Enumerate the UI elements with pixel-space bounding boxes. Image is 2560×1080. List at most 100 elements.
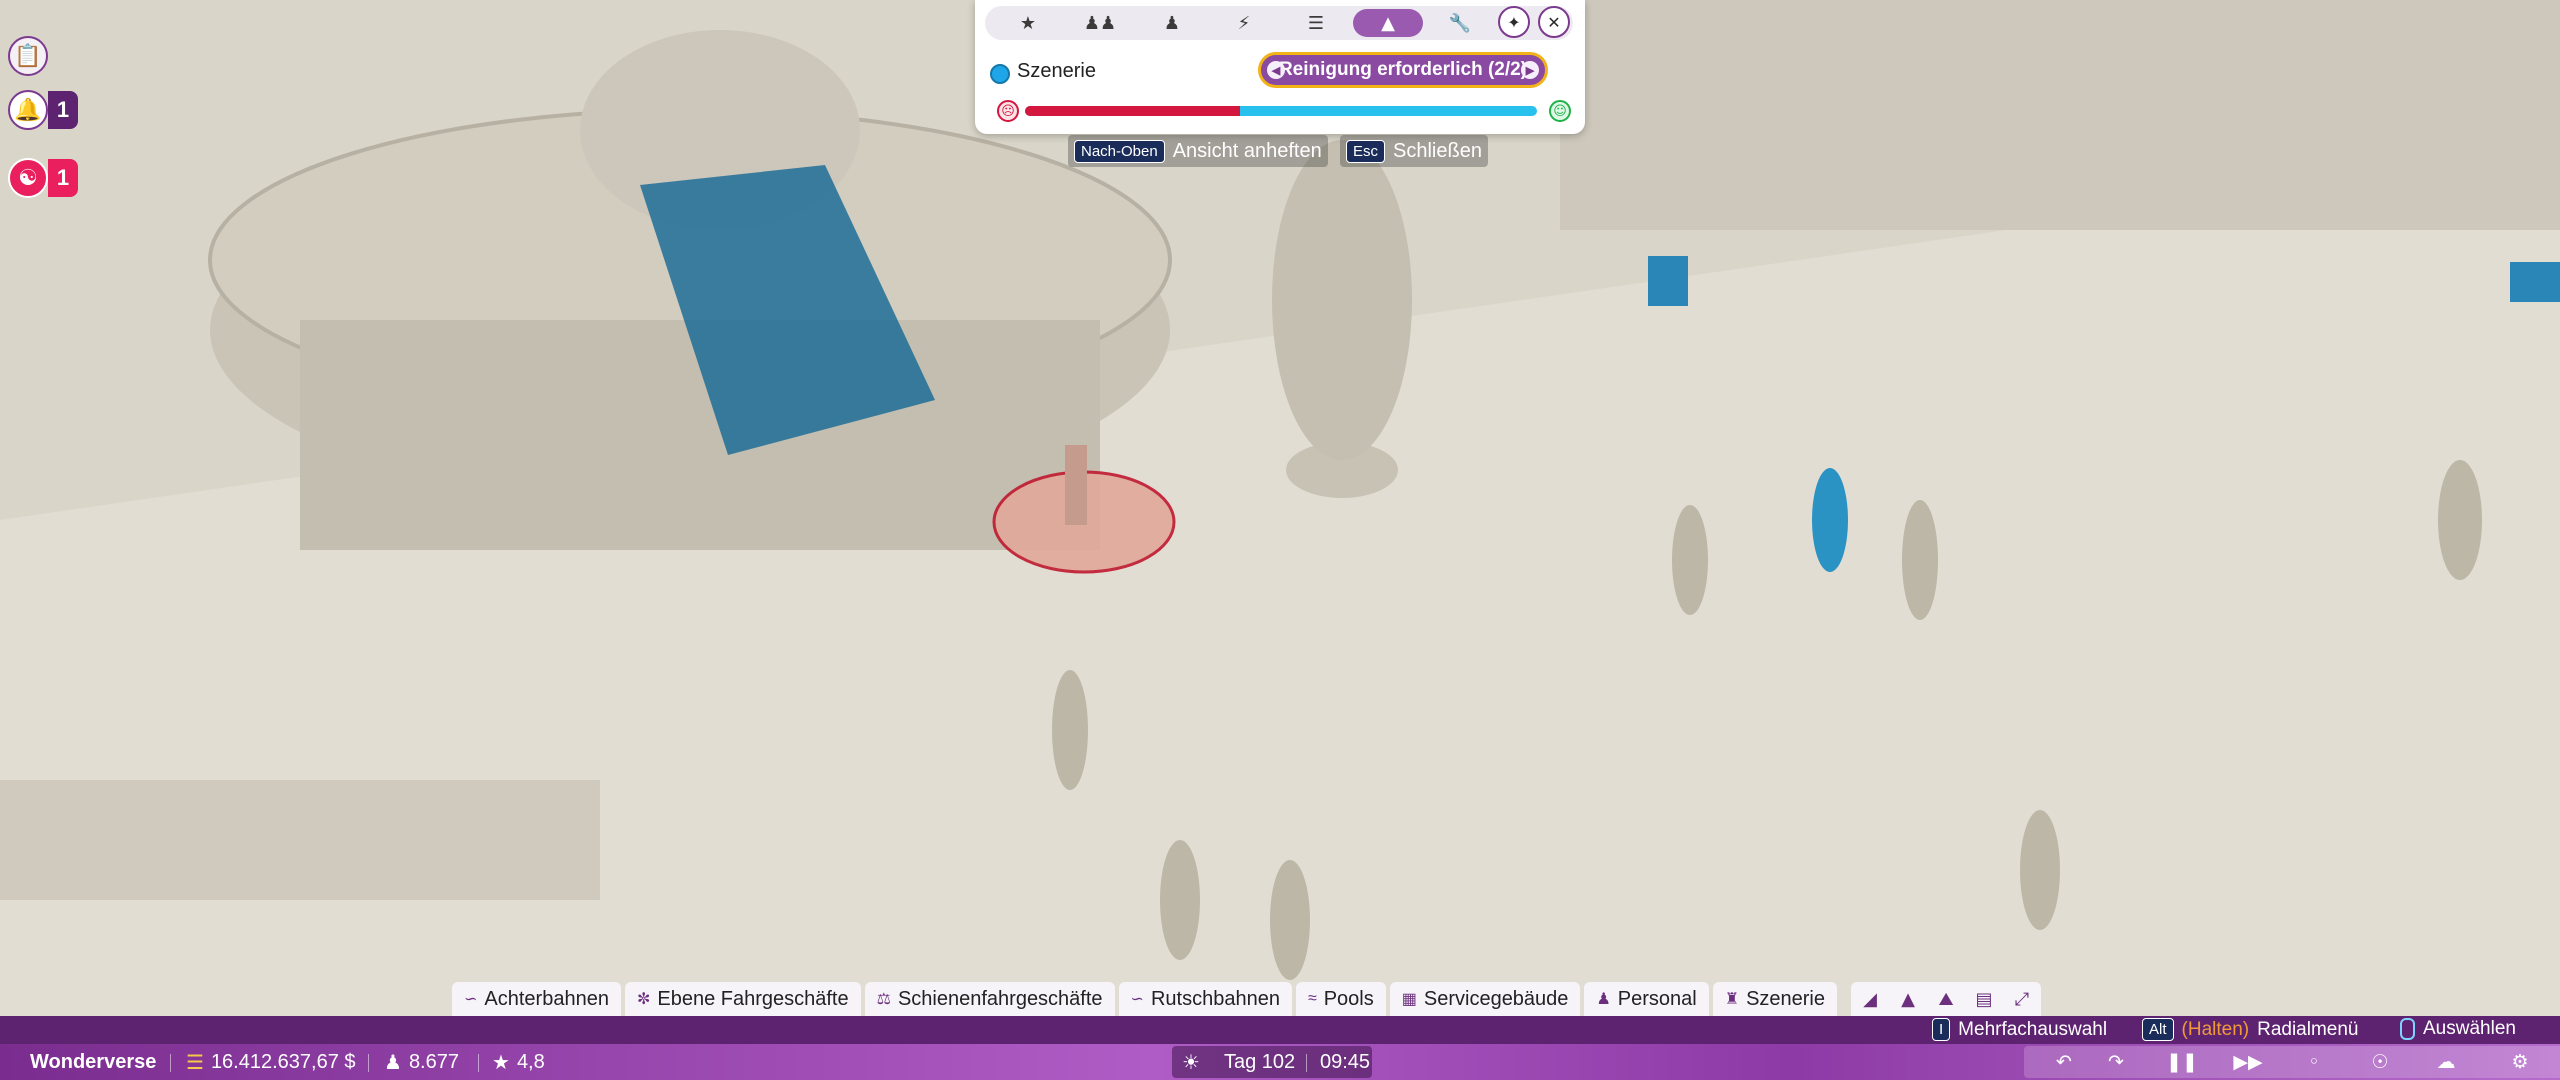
- globe-icon: ☉: [2371, 1051, 2389, 1073]
- tab-person[interactable]: ♟: [1137, 9, 1207, 37]
- path-tool-button[interactable]: ◢: [1851, 982, 1889, 1016]
- guest-alert-count: 1: [48, 159, 78, 197]
- time-display: 09:45: [1320, 1050, 1371, 1073]
- tasks-button[interactable]: 📋: [8, 36, 48, 76]
- pin-view-label: Ansicht anheften: [1172, 139, 1322, 162]
- multiselect-hint[interactable]: I Mehrfachauswahl: [1932, 1018, 2107, 1041]
- play-speed-icon: ▶▶: [2233, 1051, 2263, 1073]
- clipboard-icon: 📋: [14, 43, 42, 69]
- guest-star-icon: ★: [1019, 12, 1037, 34]
- pause-button[interactable]: ❚❚: [2162, 1044, 2202, 1080]
- person-icon: ♟: [1163, 12, 1181, 34]
- settings-button[interactable]: ⚙: [2500, 1044, 2540, 1080]
- cloud-icon: ☁: [2436, 1051, 2456, 1073]
- category-label: Ebene Fahrgeschäfte: [657, 987, 849, 1010]
- notifications-button[interactable]: 🔔: [8, 90, 48, 130]
- group-icon: ☯: [18, 165, 38, 191]
- radial-label: Radialmenü: [2257, 1018, 2359, 1040]
- coaster-icon: ∽: [464, 991, 478, 1008]
- park-name[interactable]: Wonderverse: [30, 1044, 156, 1080]
- chevron-left-icon[interactable]: ◀: [1267, 61, 1285, 79]
- group-icon: ♟♟: [1083, 12, 1117, 34]
- radial-key: Alt: [2142, 1018, 2174, 1041]
- tab-finances[interactable]: ☰: [1281, 9, 1351, 37]
- blueprint-tool-button[interactable]: ▤: [1965, 982, 2003, 1016]
- speed-button[interactable]: ▶▶: [2228, 1044, 2268, 1080]
- category-scenery[interactable]: ♜ Szenerie: [1712, 982, 1837, 1016]
- weather-sun-icon: ☀: [1182, 1051, 1200, 1074]
- undo-icon: ↶: [2056, 1051, 2072, 1073]
- tab-scenery[interactable]: ▲: [1353, 9, 1423, 37]
- close-key: Esc: [1346, 139, 1386, 163]
- close-hint[interactable]: Esc Schließen: [1340, 135, 1488, 167]
- guest-count-display[interactable]: ♟ 8.677: [384, 1044, 459, 1080]
- happy-face-icon: ☺: [1549, 100, 1571, 122]
- guests-alert-button[interactable]: ☯: [8, 158, 48, 198]
- tab-guest-rating[interactable]: ★: [993, 9, 1063, 37]
- category-flat-rides[interactable]: ✼ Ebene Fahrgeschäfte: [624, 982, 861, 1016]
- wrench-icon: 🔧: [1448, 12, 1472, 34]
- bell-icon: 🔔: [14, 97, 42, 123]
- staff-icon: ♟: [1596, 991, 1611, 1008]
- category-staff[interactable]: ♟ Personal: [1584, 982, 1709, 1016]
- redo-button[interactable]: ↷: [2096, 1044, 2136, 1080]
- coins-icon: ☰: [1307, 12, 1325, 34]
- camera-icon: ◦: [2308, 1051, 2320, 1073]
- status-selector[interactable]: ◀ Reinigung erforderlich (2/2) ▶: [1258, 52, 1548, 88]
- flat-ride-icon: ✼: [636, 991, 651, 1008]
- notification-count: 1: [48, 91, 78, 129]
- category-label: Servicegebäude: [1423, 987, 1569, 1010]
- pin-view-hint[interactable]: Nach-Oben Ansicht anheften: [1068, 135, 1328, 167]
- category-pools[interactable]: ≈ Pools: [1295, 982, 1386, 1016]
- inspector-tab-bar: ★ ♟♟ ♟ ⚡ ☰ ▲ 🔧: [985, 6, 1573, 40]
- control-hint-bar: I Mehrfachauswahl Alt (Halten) Radialmen…: [0, 1016, 2560, 1044]
- slide-icon: ∽: [1130, 991, 1144, 1008]
- scenery-tree-icon: ▲: [1381, 12, 1395, 34]
- radial-menu-hint[interactable]: Alt (Halten) Radialmenü: [2142, 1018, 2359, 1041]
- blueprint-icon: ▤: [1975, 988, 1993, 1010]
- category-slides[interactable]: ∽ Rutschbahnen: [1118, 982, 1292, 1016]
- multiselect-key: I: [1932, 1018, 1951, 1041]
- condition-meter: [1025, 106, 1537, 116]
- pause-icon: ❚❚: [2166, 1051, 2198, 1073]
- money-display[interactable]: ☰ 16.412.637,67 $: [186, 1044, 356, 1080]
- category-label: Schienenfahrgeschäfte: [897, 987, 1103, 1010]
- gear-icon: ⚙: [2511, 1051, 2529, 1073]
- coins-icon: ☰: [186, 1051, 204, 1074]
- globe-button[interactable]: ☉: [2360, 1044, 2400, 1080]
- expand-icon: ⤢: [2014, 988, 2030, 1010]
- undo-button[interactable]: ↶: [2044, 1044, 2084, 1080]
- pin-view-button[interactable]: ✦: [1498, 6, 1530, 38]
- fullscreen-button[interactable]: ⤢: [2003, 982, 2041, 1016]
- park-rating-value: 4,8: [516, 1050, 545, 1073]
- group-icon: ♟: [384, 1051, 402, 1074]
- guest-count-value: 8.677: [408, 1050, 459, 1073]
- tab-groups[interactable]: ♟♟: [1065, 9, 1135, 37]
- close-panel-button[interactable]: ✕: [1538, 6, 1570, 38]
- pin-icon: ✦: [1507, 12, 1521, 32]
- weather-button[interactable]: ☁: [2426, 1044, 2466, 1080]
- select-hint[interactable]: Auswählen: [2400, 1018, 2516, 1040]
- tree-icon: ▲: [1901, 988, 1915, 1010]
- chevron-right-icon[interactable]: ▶: [1521, 61, 1539, 79]
- close-icon: ✕: [1547, 12, 1561, 32]
- path-icon: ◢: [1863, 988, 1877, 1010]
- radial-hold-label: (Halten): [2181, 1018, 2250, 1040]
- scenery-tool-button[interactable]: ▲: [1889, 982, 1927, 1016]
- track-ride-icon: ⚖: [876, 991, 891, 1008]
- tab-maintenance[interactable]: 🔧: [1425, 9, 1495, 37]
- build-category-bar: ∽ Achterbahnen ✼ Ebene Fahrgeschäfte ⚖ Schi…: [452, 982, 2041, 1016]
- category-track-rides[interactable]: ⚖ Schienenfahrgeschäfte: [864, 982, 1115, 1016]
- terrain-tool-button[interactable]: ⛰: [1927, 982, 1965, 1016]
- camera-button[interactable]: ◦: [2294, 1044, 2334, 1080]
- select-label: Auswählen: [2423, 1018, 2516, 1039]
- category-coasters[interactable]: ∽ Achterbahnen: [452, 982, 621, 1016]
- tab-energy[interactable]: ⚡: [1209, 9, 1279, 37]
- shop-icon: ▦: [1401, 991, 1417, 1008]
- redo-icon: ↷: [2108, 1051, 2124, 1073]
- park-rating-display[interactable]: ★ 4,8: [492, 1044, 545, 1080]
- category-label: Achterbahnen: [484, 987, 609, 1010]
- category-label: Pools: [1323, 987, 1374, 1010]
- category-service-buildings[interactable]: ▦ Servicegebäude: [1389, 982, 1581, 1016]
- scenery-color-dot: [990, 64, 1010, 84]
